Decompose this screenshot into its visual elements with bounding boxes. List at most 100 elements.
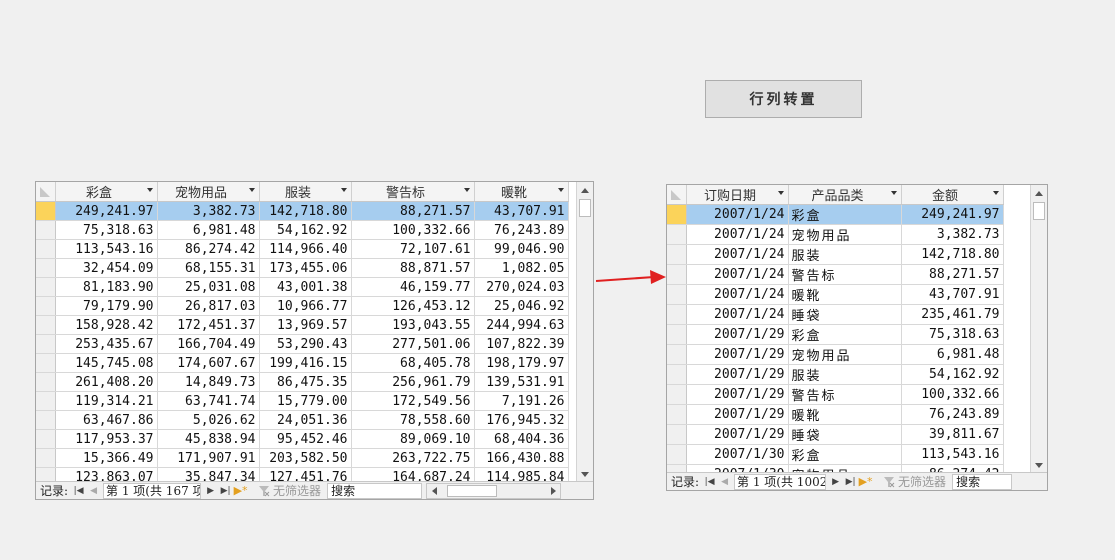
filter-indicator[interactable]: 无筛选器: [873, 473, 952, 490]
table-cell[interactable]: 46,159.77: [351, 277, 475, 297]
select-all-corner[interactable]: [36, 182, 56, 202]
table-row[interactable]: 15,366.49 171,907.91 203,582.50 263,722.75 1…: [36, 448, 569, 468]
record-selector[interactable]: [667, 364, 687, 385]
filter-indicator[interactable]: 无筛选器: [248, 482, 327, 499]
table-cell[interactable]: 2007/1/30: [686, 444, 789, 465]
previous-record-icon[interactable]: ◀: [86, 486, 101, 496]
record-selector[interactable]: [36, 277, 56, 297]
table-cell[interactable]: 14,849.73: [157, 372, 260, 392]
table-cell[interactable]: 89,069.10: [351, 429, 475, 449]
table-cell[interactable]: 彩盒: [788, 324, 902, 345]
dropdown-arrow-icon[interactable]: [463, 188, 470, 192]
record-selector[interactable]: [667, 344, 687, 365]
table-row[interactable]: 2007/1/24 暖靴 43,707.91: [667, 284, 1004, 305]
table-cell[interactable]: 75,318.63: [901, 324, 1004, 345]
table-cell[interactable]: 2007/1/24: [686, 224, 789, 245]
table-row[interactable]: 75,318.63 6,981.48 54,162.92 100,332.66 76,2…: [36, 220, 569, 240]
table-cell[interactable]: 服装: [788, 244, 902, 265]
last-record-icon[interactable]: ▶|: [843, 477, 858, 487]
table-row[interactable]: 2007/1/29 睡袋 39,811.67: [667, 424, 1004, 445]
scroll-up-button[interactable]: [1031, 185, 1047, 201]
column-header[interactable]: 警告标: [351, 182, 475, 202]
table-cell[interactable]: 43,707.91: [474, 201, 569, 221]
table-cell[interactable]: 86,475.35: [259, 372, 352, 392]
table-cell[interactable]: 63,467.86: [55, 410, 158, 430]
table-cell[interactable]: 86,274.42: [157, 239, 260, 259]
dropdown-arrow-icon[interactable]: [248, 188, 255, 192]
table-row[interactable]: 2007/1/24 宠物用品 3,382.73: [667, 224, 1004, 245]
horizontal-scroll-thumb[interactable]: [447, 484, 498, 497]
first-record-icon[interactable]: |◀: [702, 477, 717, 487]
table-row[interactable]: 2007/1/24 服装 142,718.80: [667, 244, 1004, 265]
table-cell[interactable]: 270,024.03: [474, 277, 569, 297]
table-cell[interactable]: 100,332.66: [901, 384, 1004, 405]
vertical-scrollbar[interactable]: [576, 182, 593, 482]
table-cell[interactable]: 78,558.60: [351, 410, 475, 430]
table-cell[interactable]: 13,969.57: [259, 315, 352, 335]
table-cell[interactable]: 88,271.57: [901, 264, 1004, 285]
table-cell[interactable]: 32,454.09: [55, 258, 158, 278]
table-cell[interactable]: 68,405.78: [351, 353, 475, 373]
record-selector[interactable]: [667, 404, 687, 425]
table-cell[interactable]: 166,704.49: [157, 334, 260, 354]
scroll-down-button[interactable]: [1031, 457, 1047, 473]
horizontal-scrollbar[interactable]: [426, 482, 562, 499]
dropdown-arrow-icon[interactable]: [146, 188, 153, 192]
table-row[interactable]: 2007/1/29 警告标 100,332.66: [667, 384, 1004, 405]
table-row[interactable]: 253,435.67 166,704.49 53,290.43 277,501.06 1…: [36, 334, 569, 354]
record-selector[interactable]: [667, 264, 687, 285]
table-row[interactable]: 2007/1/24 彩盒 249,241.97: [667, 204, 1004, 225]
record-position-input[interactable]: 第 1 项(共 167 项: [103, 482, 202, 499]
table-cell[interactable]: 10,966.77: [259, 296, 352, 316]
table-cell[interactable]: 54,162.92: [259, 220, 352, 240]
table-cell[interactable]: 暖靴: [788, 404, 902, 425]
column-header[interactable]: 产品品类: [788, 185, 902, 205]
table-cell[interactable]: 2007/1/24: [686, 284, 789, 305]
last-record-icon[interactable]: ▶|: [218, 486, 233, 496]
record-selector[interactable]: [36, 429, 56, 449]
table-cell[interactable]: 172,451.37: [157, 315, 260, 335]
table-cell[interactable]: 75,318.63: [55, 220, 158, 240]
record-selector[interactable]: [667, 244, 687, 265]
table-row[interactable]: 158,928.42 172,451.37 13,969.57 193,043.55 2…: [36, 315, 569, 335]
dropdown-arrow-icon[interactable]: [557, 188, 564, 192]
table-row[interactable]: 32,454.09 68,155.31 173,455.06 88,871.57 1,0…: [36, 258, 569, 278]
table-cell[interactable]: 235,461.79: [901, 304, 1004, 325]
table-cell[interactable]: 25,046.92: [474, 296, 569, 316]
column-header[interactable]: 暖靴: [474, 182, 569, 202]
transpose-button[interactable]: 行列转置: [705, 80, 862, 118]
new-record-icon[interactable]: ▶*: [858, 475, 873, 488]
table-cell[interactable]: 1,082.05: [474, 258, 569, 278]
table-cell[interactable]: 114,966.40: [259, 239, 352, 259]
table-row[interactable]: 2007/1/30 彩盒 113,543.16: [667, 444, 1004, 465]
column-header[interactable]: 订购日期: [686, 185, 789, 205]
scroll-thumb[interactable]: [579, 199, 591, 217]
table-cell[interactable]: 261,408.20: [55, 372, 158, 392]
table-cell[interactable]: 166,430.88: [474, 448, 569, 468]
table-cell[interactable]: 2007/1/24: [686, 304, 789, 325]
table-cell[interactable]: 139,531.91: [474, 372, 569, 392]
table-cell[interactable]: 99,046.90: [474, 239, 569, 259]
table-cell[interactable]: 暖靴: [788, 284, 902, 305]
record-selector[interactable]: [36, 201, 56, 221]
column-header[interactable]: 服装: [259, 182, 352, 202]
table-cell[interactable]: 72,107.61: [351, 239, 475, 259]
search-input[interactable]: 搜索: [327, 482, 423, 499]
table-cell[interactable]: 142,718.80: [901, 244, 1004, 265]
table-row[interactable]: 2007/1/24 睡袋 235,461.79: [667, 304, 1004, 325]
record-selector[interactable]: [667, 284, 687, 305]
record-selector[interactable]: [36, 258, 56, 278]
table-cell[interactable]: 81,183.90: [55, 277, 158, 297]
record-selector[interactable]: [36, 448, 56, 468]
table-cell[interactable]: 3,382.73: [901, 224, 1004, 245]
dropdown-arrow-icon[interactable]: [340, 188, 347, 192]
record-selector[interactable]: [36, 315, 56, 335]
table-cell[interactable]: 2007/1/29: [686, 364, 789, 385]
table-cell[interactable]: 88,871.57: [351, 258, 475, 278]
scroll-down-button[interactable]: [577, 466, 593, 482]
table-row[interactable]: 63,467.86 5,026.62 24,051.36 78,558.60 176,9…: [36, 410, 569, 430]
table-cell[interactable]: 睡袋: [788, 424, 902, 445]
record-selector[interactable]: [36, 239, 56, 259]
table-cell[interactable]: 26,817.03: [157, 296, 260, 316]
table-cell[interactable]: 126,453.12: [351, 296, 475, 316]
